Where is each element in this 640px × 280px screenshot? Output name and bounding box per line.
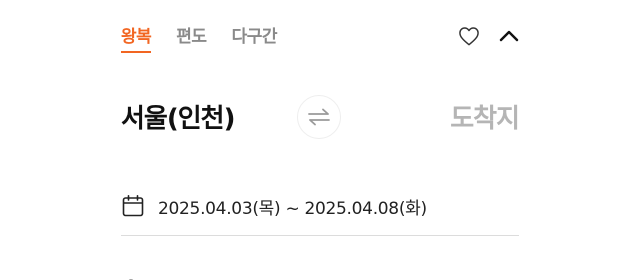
chevron-up-icon[interactable] [498, 27, 520, 45]
heart-outline-icon[interactable] [458, 26, 480, 46]
tab-multi-city[interactable]: 다구간 [232, 22, 278, 53]
calendar-icon [122, 194, 144, 217]
flight-search-panel: 왕복 편도 다구간 서울(인천) 도착지 2025.04.03(목) ~ 202… [0, 0, 640, 280]
origin-airport[interactable]: 서울(인천) [121, 98, 235, 135]
date-range-selector[interactable]: 2025.04.03(목) ~ 2025.04.08(화) [121, 192, 519, 220]
divider [121, 235, 519, 236]
tab-one-way[interactable]: 편도 [176, 22, 207, 53]
destination-airport[interactable]: 도착지 [450, 98, 520, 135]
date-range-text: 2025.04.03(목) ~ 2025.04.08(화) [158, 198, 427, 219]
swap-arrows-icon [308, 108, 330, 126]
trip-type-tabs: 왕복 편도 다구간 [121, 22, 277, 53]
passenger-icon [128, 279, 134, 280]
tab-round-trip[interactable]: 왕복 [121, 22, 152, 53]
swap-button[interactable] [297, 95, 341, 139]
